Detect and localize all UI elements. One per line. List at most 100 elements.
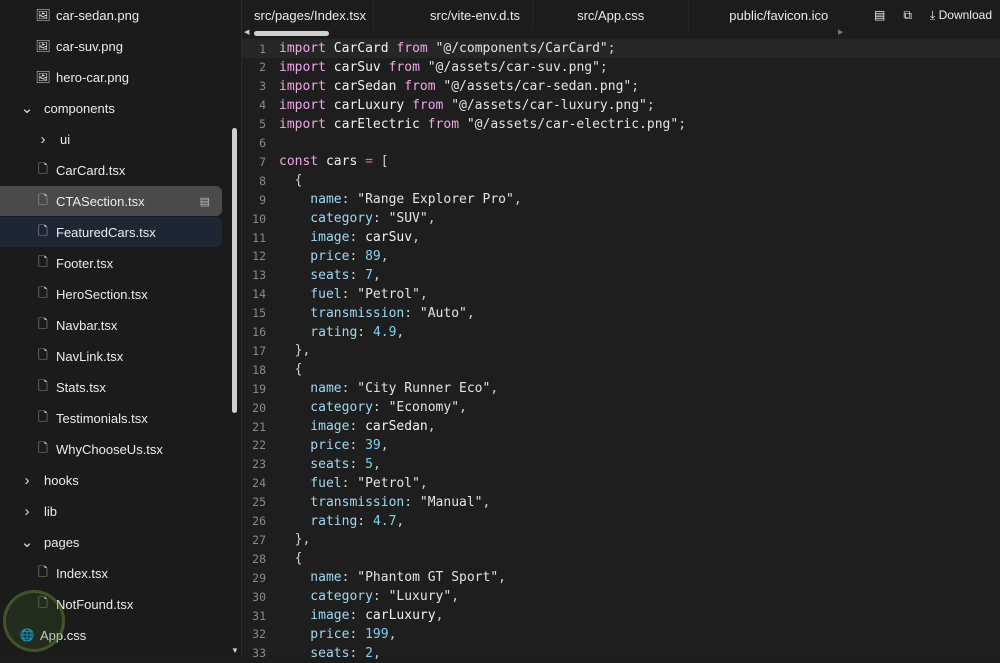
file-item[interactable]: 🗋 Testimonials.tsx: [0, 403, 222, 433]
code-token-punc: :: [349, 456, 366, 472]
code-token-punc: :: [341, 381, 358, 397]
folder-item[interactable]: › lib: [0, 496, 222, 526]
watermark-logo: [3, 590, 65, 652]
chevron-right-icon: ›: [24, 502, 30, 520]
code-token-punc: :: [341, 286, 358, 302]
code-token-punc: :: [404, 305, 420, 321]
line-number: 8: [259, 173, 266, 188]
code-token-kw: import: [279, 97, 326, 113]
code-line: 33 seats: 2,: [242, 644, 1000, 663]
code-line: 11 image: carSuv,: [242, 228, 1000, 247]
code-token-key: rating: [279, 513, 358, 529]
code-token-str: "@/assets/car-sedan.png": [435, 78, 632, 94]
file-item[interactable]: 🗋 HeroSection.tsx: [0, 279, 222, 309]
code-token-punc: ,: [513, 192, 522, 208]
tab-vite-env[interactable]: src/vite-env.d.ts: [374, 0, 534, 30]
line-code: {: [278, 551, 303, 566]
line-number: 17: [252, 343, 266, 358]
code-token-key: seats: [279, 645, 350, 661]
code-token-punc: :: [341, 192, 358, 208]
code-token-punc: :: [349, 419, 366, 434]
file-item[interactable]: 🗋 Navbar.tsx: [0, 310, 222, 340]
code-token-str: "@/components/CarCard": [427, 41, 608, 56]
code-line: 29 name: "Phantom GT Sport",: [242, 568, 1000, 587]
file-item[interactable]: 🗋 CTASection.tsx ▤: [0, 186, 222, 216]
file-item-label: pages: [44, 534, 80, 550]
line-code: rating: 4.9,: [278, 325, 404, 340]
folder-item[interactable]: ⌄ components: [0, 93, 222, 123]
tab-app-css[interactable]: src/App.css: [533, 0, 690, 30]
chevron-down-icon: ⌄: [20, 534, 34, 551]
file-item-label: FeaturedCars.tsx: [56, 224, 156, 240]
comment-icon[interactable]: ▤: [200, 195, 210, 208]
line-number: 10: [252, 211, 266, 226]
code-token-punc: :: [372, 589, 389, 605]
file-item-label: hooks: [44, 472, 79, 488]
code-token-key: seats: [279, 456, 350, 472]
file-code-icon: 🗋: [38, 564, 48, 579]
code-token-id: carElectric: [325, 116, 428, 132]
code-token-key: seats: [279, 267, 350, 283]
horizontal-scrollbar[interactable]: ◀ ▶: [242, 28, 843, 38]
code-token-id: carSedan: [365, 419, 428, 434]
file-item[interactable]: 🖼 car-suv.png: [0, 31, 222, 61]
code-token-punc: :: [349, 645, 366, 661]
sidebar-scrollbar[interactable]: [232, 128, 237, 413]
file-code-icon: 🗋: [38, 192, 48, 207]
file-item[interactable]: 🗋 FeaturedCars.tsx: [0, 217, 222, 247]
file-item[interactable]: 🖼 hero-car.png: [0, 62, 222, 92]
editor-toolbar: ▤ ⧉ ⤓ Download: [874, 0, 992, 30]
file-item[interactable]: 🗋 WhyChooseUs.tsx: [0, 434, 222, 464]
line-code: const cars = [: [278, 154, 389, 169]
code-token-str: "SUV": [388, 211, 428, 227]
code-token-kw: import: [279, 78, 326, 94]
file-item[interactable]: 🗋 Index.tsx: [0, 558, 222, 588]
file-item[interactable]: 🗋 Stats.tsx: [0, 372, 222, 402]
file-item-label: NavLink.tsx: [56, 348, 124, 364]
file-item[interactable]: 🖼 car-sedan.png: [0, 0, 222, 30]
scrollbar-thumb[interactable]: [254, 31, 329, 36]
scroll-right-arrow-icon[interactable]: ▶: [838, 28, 843, 36]
code-token-punc: ,: [388, 626, 397, 642]
code-token-punc: ,: [482, 494, 491, 510]
tab-index-tsx[interactable]: src/pages/Index.tsx: [242, 0, 374, 30]
scroll-down-arrow-icon[interactable]: ▼: [231, 646, 239, 655]
file-item[interactable]: 🗋 CarCard.tsx: [0, 155, 222, 185]
folder-item[interactable]: › ui: [0, 124, 222, 154]
folder-item[interactable]: ⌄ pages: [0, 527, 222, 557]
folder-item[interactable]: › hooks: [0, 465, 222, 495]
line-number: 31: [252, 608, 266, 623]
code-line: 15 transmission: "Auto",: [242, 304, 1000, 323]
code-token-key: rating: [279, 324, 358, 340]
code-token-num: 4.7: [372, 513, 397, 529]
file-item[interactable]: 🗋 NavLink.tsx: [0, 341, 222, 371]
tab-favicon[interactable]: public/favicon.ico: [689, 0, 840, 30]
code-token-punc: ,: [466, 305, 475, 321]
file-code-icon: 🗋: [38, 254, 48, 269]
code-line: 21 image: carSedan,: [242, 417, 1000, 436]
file-item-label: ui: [60, 131, 71, 147]
code-token-punc: :: [372, 211, 389, 227]
code-line: 30 category: "Luxury",: [242, 587, 1000, 606]
code-token-punc: :: [349, 437, 366, 453]
line-number: 5: [259, 117, 266, 132]
download-button[interactable]: ⤓ Download: [930, 8, 992, 23]
file-item[interactable]: 🗋 Footer.tsx: [0, 248, 222, 278]
code-token-punc: ;: [599, 59, 608, 75]
scroll-left-arrow-icon[interactable]: ◀: [244, 28, 249, 36]
code-token-key: fuel: [279, 286, 342, 302]
line-number: 9: [259, 192, 266, 207]
file-item-label: car-sedan.png: [56, 7, 140, 23]
code-token-str: "Petrol": [357, 475, 420, 491]
code-editor[interactable]: 1 import CarCard from "@/components/CarCa…: [242, 38, 1000, 661]
file-code-icon: 🗋: [38, 223, 48, 238]
code-token-punc: :: [349, 608, 366, 623]
copy-icon[interactable]: ⧉: [903, 8, 912, 23]
code-token-punc: :: [349, 267, 366, 283]
code-token-punc: },: [279, 343, 311, 359]
comment-add-icon[interactable]: ▤: [874, 8, 885, 22]
code-token-punc: ;: [607, 41, 616, 56]
code-token-kw: from: [396, 41, 428, 56]
file-item-label: Stats.tsx: [56, 379, 106, 395]
code-line: 5 import carElectric from "@/assets/car-e…: [242, 115, 1000, 134]
